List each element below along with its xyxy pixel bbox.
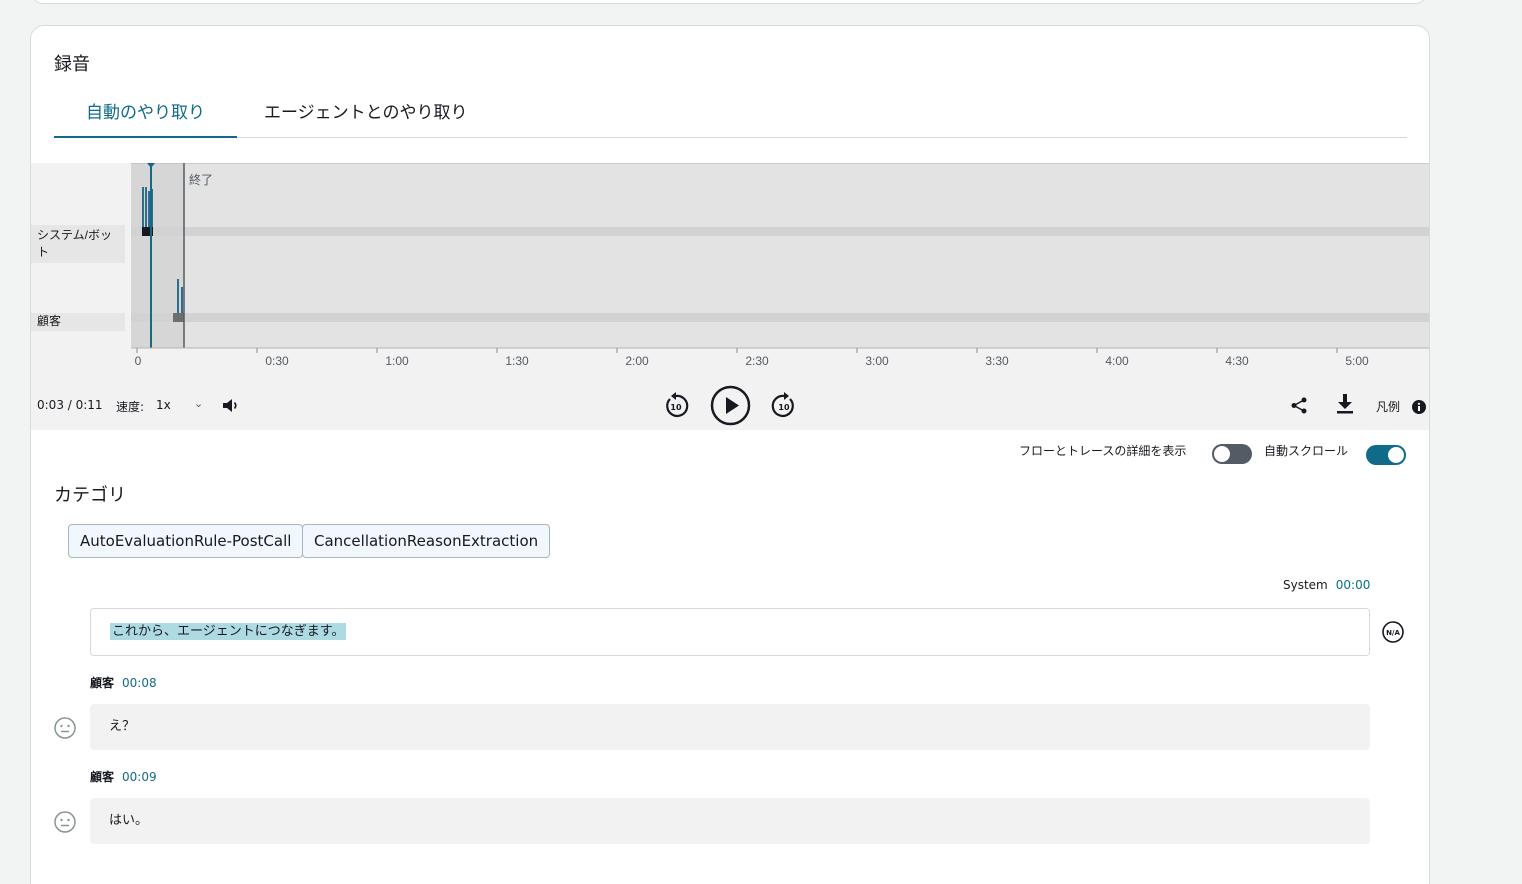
rewind-10-icon[interactable]: 10 bbox=[662, 392, 690, 424]
categories-title: カテゴリ bbox=[54, 485, 126, 506]
na-sentiment-icon: N/A bbox=[1382, 621, 1404, 647]
download-icon[interactable] bbox=[1336, 394, 1354, 418]
customer-message: え？ bbox=[90, 704, 1370, 750]
forward-10-icon[interactable]: 10 bbox=[770, 392, 798, 424]
flow-trace-toggle[interactable] bbox=[1212, 444, 1252, 464]
lane-track-system bbox=[131, 227, 1429, 236]
end-marker-label: 終了 bbox=[189, 172, 213, 187]
message-timestamp[interactable]: 00:00 bbox=[1336, 578, 1371, 592]
message-meta: 顧客 00:09 bbox=[90, 768, 157, 785]
axis-tick-label: 3:00 bbox=[865, 354, 889, 368]
tab-agent-interaction[interactable]: エージェントとのやり取り bbox=[264, 96, 468, 138]
lane-track-customer bbox=[131, 313, 1429, 322]
axis-tick-label: 1:00 bbox=[385, 354, 409, 368]
customer-message: はい。 bbox=[90, 798, 1370, 844]
message-meta: 顧客 00:08 bbox=[90, 674, 157, 691]
system-message: これから、エージェントにつなぎます。 bbox=[90, 608, 1370, 656]
lane-label-customer: 顧客 bbox=[37, 313, 61, 328]
axis-tick-label: 1:30 bbox=[505, 354, 529, 368]
info-icon[interactable] bbox=[1412, 399, 1426, 418]
share-icon[interactable] bbox=[1291, 397, 1307, 418]
svg-text:N/A: N/A bbox=[1386, 629, 1400, 637]
toggle-knob bbox=[1214, 446, 1230, 462]
autoscroll-toggle[interactable] bbox=[1366, 445, 1406, 465]
speed-value: 1x bbox=[156, 398, 171, 412]
message-text: え？ bbox=[109, 719, 136, 734]
timeline-axis: 0 0:30 1:00 1:30 2:00 2:30 3:00 3:30 4:00 4:30 5:0… bbox=[135, 348, 1369, 368]
speed-select[interactable]: 1x ⌄ bbox=[156, 397, 208, 412]
audio-timeline[interactable]: システム/ボッ ト 顧客 終了 0 0:30 1:00 1:30 2:00 2:… bbox=[31, 163, 1429, 380]
neutral-face-icon bbox=[54, 717, 76, 743]
axis-tick-label: 0 bbox=[135, 354, 142, 368]
speaker-name: 顧客 bbox=[90, 770, 115, 784]
axis-tick-label: 5:00 bbox=[1345, 354, 1369, 368]
neutral-face-icon bbox=[54, 811, 76, 837]
svg-text:10: 10 bbox=[778, 403, 790, 412]
lane-label-system: システム/ボッ bbox=[37, 228, 112, 242]
player-controls: 0:03 / 0:11 速度: 1x ⌄ 10 10 凡例 bbox=[31, 380, 1429, 430]
axis-tick-label: 4:30 bbox=[1225, 354, 1249, 368]
axis-tick-label: 2:00 bbox=[625, 354, 649, 368]
flow-trace-label: フローとトレースの詳細を表示 bbox=[1019, 444, 1187, 458]
message-timestamp[interactable]: 00:08 bbox=[122, 676, 157, 690]
svg-text:10: 10 bbox=[670, 403, 682, 412]
recording-card: 録音 自動のやり取り エージェントとのやり取り システム/ボッ ト 顧客 終了 … bbox=[30, 25, 1430, 884]
axis-tick-label: 4:00 bbox=[1105, 354, 1129, 368]
legend-label[interactable]: 凡例 bbox=[1376, 398, 1400, 415]
chevron-down-icon: ⌄ bbox=[194, 397, 204, 410]
previous-section-card bbox=[31, 0, 1427, 4]
speaker-name: System bbox=[1283, 578, 1328, 592]
autoscroll-label: 自動スクロール bbox=[1264, 444, 1349, 458]
toggle-knob bbox=[1388, 447, 1404, 463]
axis-tick-label: 2:30 bbox=[745, 354, 769, 368]
volume-icon[interactable] bbox=[222, 397, 240, 418]
lane-label-system-wrap: ト bbox=[37, 245, 49, 259]
tab-automated-interaction[interactable]: 自動のやり取り bbox=[54, 96, 237, 138]
category-chip[interactable]: CancellationReasonExtraction bbox=[302, 524, 551, 558]
category-chip[interactable]: AutoEvaluationRule-PostCall bbox=[68, 524, 304, 558]
axis-tick-label: 0:30 bbox=[265, 354, 289, 368]
message-text: はい。 bbox=[109, 813, 149, 828]
message-timestamp[interactable]: 00:09 bbox=[122, 770, 157, 784]
playback-time: 0:03 / 0:11 bbox=[37, 398, 103, 412]
message-meta: System 00:00 bbox=[1283, 578, 1370, 592]
play-icon[interactable] bbox=[710, 385, 751, 430]
message-text: これから、エージェントにつなぎます。 bbox=[110, 623, 347, 640]
speed-label: 速度: bbox=[116, 400, 145, 414]
speaker-name: 顧客 bbox=[90, 676, 115, 690]
axis-tick-label: 3:30 bbox=[985, 354, 1009, 368]
recording-title: 録音 bbox=[54, 54, 90, 75]
interaction-tabs: 自動のやり取り エージェントとのやり取り bbox=[54, 96, 1407, 138]
